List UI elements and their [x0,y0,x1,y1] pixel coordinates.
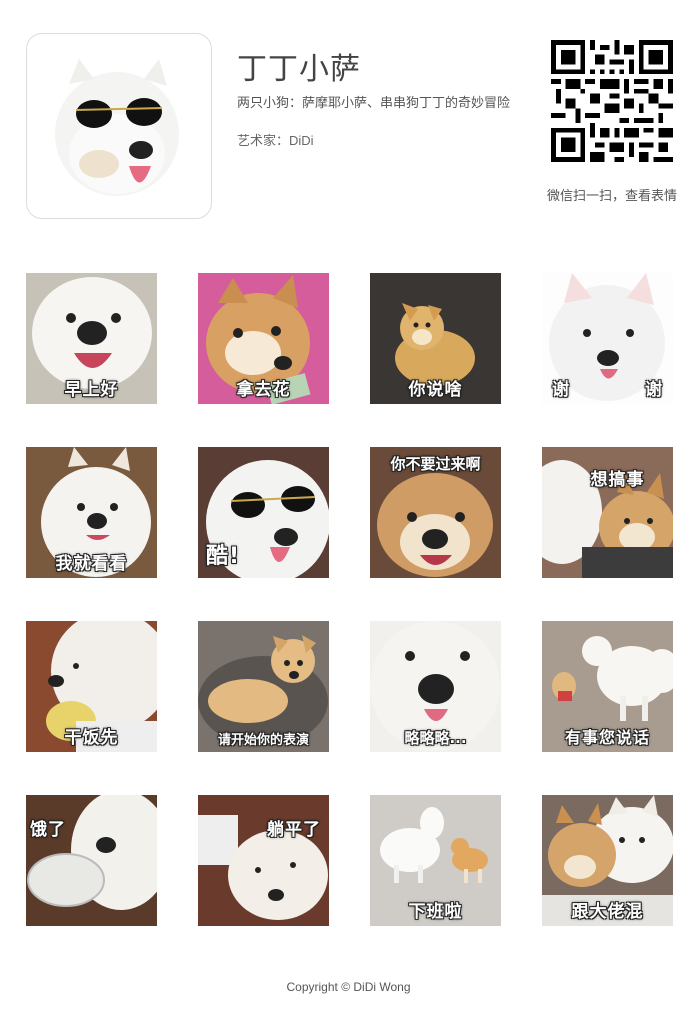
sticker-caption: 干饭先 [64,728,119,748]
pack-artist: 艺术家：DiDi [237,133,314,148]
sticker-item[interactable]: 跟大佬混 [542,795,673,926]
sticker-caption: 想搞事 [590,470,645,490]
sticker-caption: 早上好 [64,380,119,400]
qr-caption: 微信扫一扫，查看表情 [546,188,677,203]
sticker-caption: 酷! [206,544,241,569]
sticker-caption: 你不要过来啊 [390,455,481,473]
caption-right: 谢 [645,380,663,400]
sticker-caption: 跟大佬混 [571,902,644,922]
pack-title: 丁丁小萨 [237,52,361,87]
sticker-item[interactable]: 谢谢 [542,273,673,404]
sticker-item[interactable]: 你不要过来啊 [370,447,501,578]
sticker-item[interactable]: 想搞事 [542,447,673,578]
sticker-item[interactable]: 略略略... [370,621,501,752]
sticker-caption: 谢谢 [542,375,673,400]
copyright-footer: Copyright © DiDi Wong [286,980,411,994]
sticker-item[interactable]: 干饭先 [26,621,157,752]
sticker-item[interactable]: 躺平了 [198,795,329,926]
caption-left: 谢 [552,380,570,400]
sticker-item[interactable]: 拿去花 [198,273,329,404]
sticker-caption: 你说啥 [408,380,463,400]
pack-subtitle: 两只小狗：萨摩耶小萨、串串狗丁丁的奇妙冒险 [237,95,511,110]
sticker-caption: 躺平了 [267,820,321,840]
sticker-item[interactable]: 你说啥 [370,273,501,404]
sticker-caption: 请开始你的表演 [217,733,309,748]
sticker-item[interactable]: 请开始你的表演 [198,621,329,752]
sticker-item[interactable]: 早上好 [26,273,157,404]
sticker-caption: 拿去花 [236,380,291,400]
samoyed-sunglasses-icon [55,59,179,196]
sticker-item[interactable]: 酷! [198,447,329,578]
sticker-caption: 我就看看 [55,554,128,574]
sticker-caption: 有事您说话 [564,728,650,747]
sticker-item[interactable]: 我就看看 [26,447,157,578]
qr-code-icon[interactable] [551,40,673,162]
sticker-item[interactable]: 饿了 [26,795,157,926]
sticker-pack-header: 丁丁小萨 两只小狗：萨摩耶小萨、串串狗丁丁的奇妙冒险 艺术家：DiDi 微信扫一… [0,0,697,230]
pack-cover-image [26,33,212,219]
sticker-caption: 略略略... [404,729,467,747]
sticker-item[interactable]: 有事您说话 [542,621,673,752]
sticker-caption: 饿了 [30,820,66,840]
sticker-item[interactable]: 下班啦 [370,795,501,926]
sticker-caption: 下班啦 [408,902,463,922]
